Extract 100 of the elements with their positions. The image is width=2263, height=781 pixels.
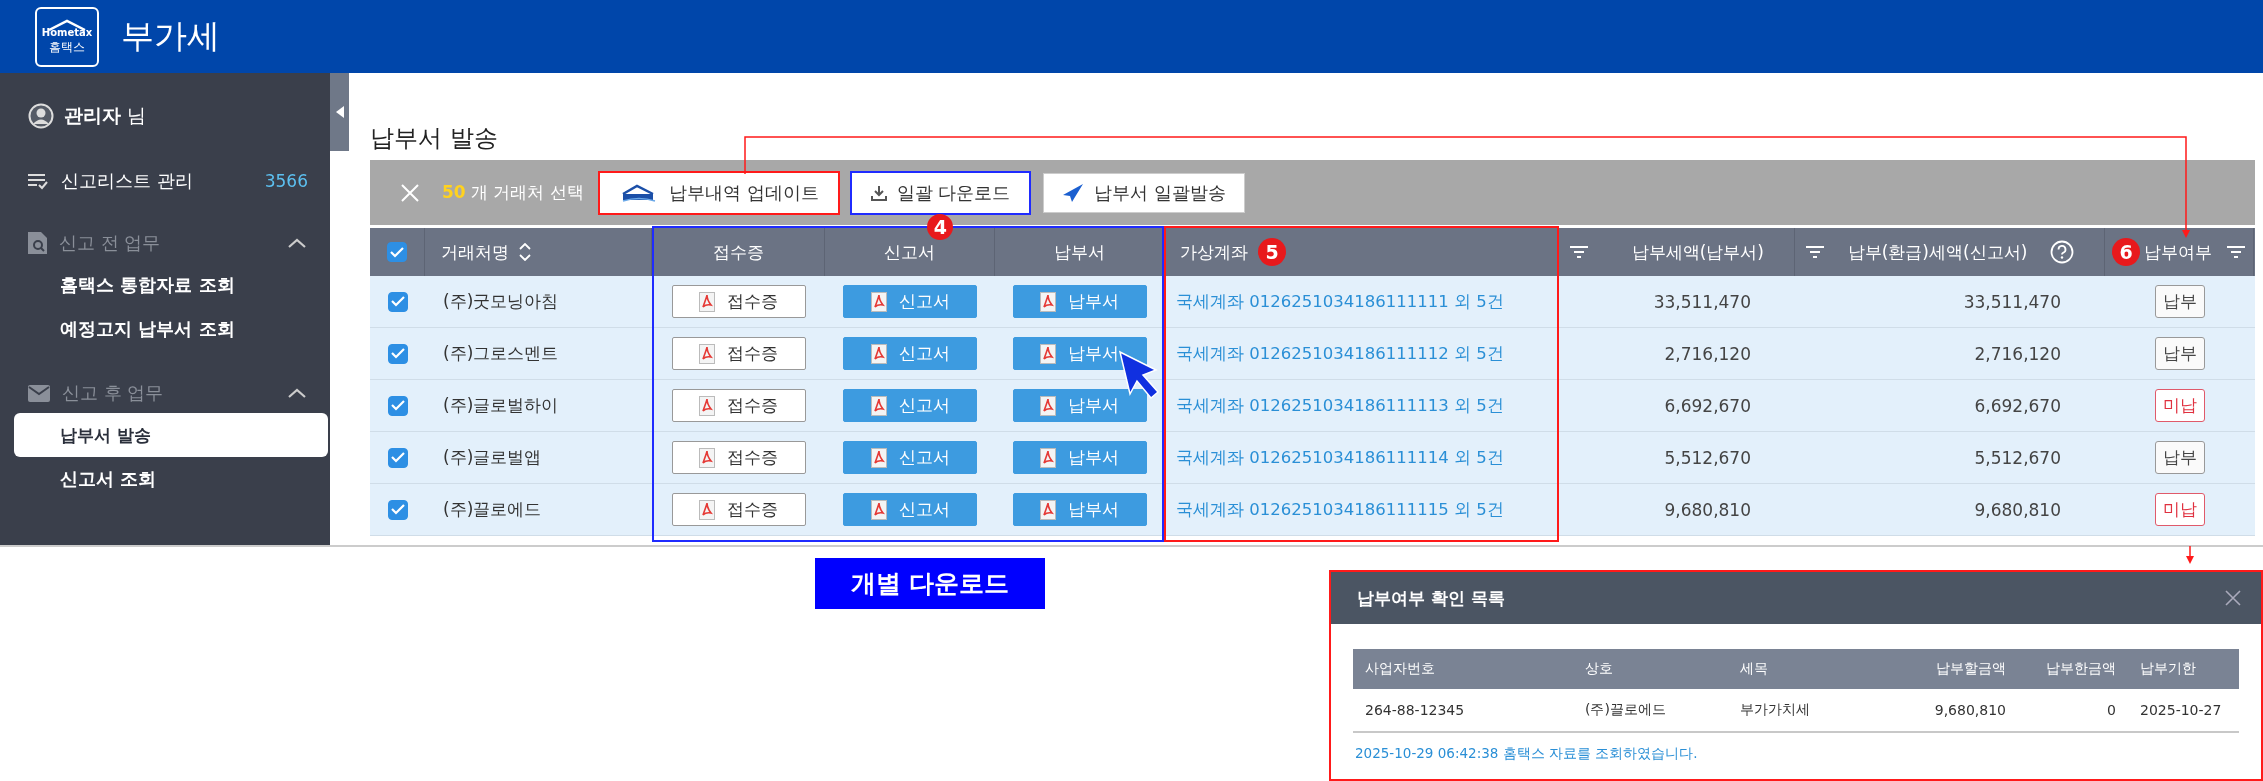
account-link[interactable]: 국세계좌 0126251034186111112 외 5건 [1176,342,1504,365]
column-label: 납부세액(납부서) [1631,240,1764,264]
column-label: 가상계좌 [1180,240,1248,264]
nav-group-header[interactable]: 신고 전 업무 [0,223,330,263]
pdf-button[interactable]: 접수증 [671,441,806,474]
nav-item[interactable]: 신고리스트 관리 3566 [0,161,330,201]
pdf-button[interactable]: 접수증 [671,493,806,526]
row-checkbox[interactable] [387,447,408,468]
nav-item[interactable]: 예정고지 납부서 조회 [14,307,322,351]
column-label: 거래처명 [441,240,509,264]
pdf-button[interactable]: 납부서 [1012,285,1147,318]
table-cell: 5,512,670 [1974,447,2061,468]
paper-plane-icon [1062,182,1085,203]
pdf-button[interactable]: 접수증 [671,337,806,370]
logo-caption: 홈택스 [49,39,85,55]
row-checkbox[interactable] [387,499,408,520]
group-label: 신고 전 업무 [59,231,162,255]
dialog-title: 납부여부 확인 목록 [1357,586,1505,610]
pdf-button[interactable]: 납부서 [1012,441,1147,474]
column-label: 납부여부 [2144,240,2212,264]
pdf-icon [870,499,887,520]
help-icon[interactable] [2050,240,2074,264]
pdf-icon [870,291,887,312]
column-header: 세목 [1739,660,1769,678]
nav-item[interactable]: 신고서 조회 [14,457,322,501]
column-header: 납부한금액 [2045,660,2117,678]
leader-line [2186,545,2194,564]
pdf-button[interactable]: 신고서 [843,337,977,370]
account-link[interactable]: 국세계좌 0126251034186111111 외 5건 [1176,290,1504,313]
table-cell-text: 9,680,810 [1933,702,2007,718]
send-button[interactable]: 납부서 일괄발송 [1043,172,1246,213]
close-icon[interactable] [2225,590,2241,606]
filter-icon[interactable] [1569,245,1589,259]
pdf-button[interactable]: 접수증 [671,389,806,422]
row-checkbox[interactable] [387,343,408,364]
selection-count: 50 개 거래처 선택 [442,181,584,204]
pdf-icon [1040,291,1056,312]
pdf-button[interactable]: 신고서 [843,389,977,422]
status-tag[interactable]: 미납 [2154,389,2205,422]
status-tag[interactable]: 납부 [2154,441,2205,474]
pdf-button[interactable]: 접수증 [671,285,806,318]
pdf-button[interactable]: 납부서 [1012,389,1147,422]
pdf-icon [699,499,715,520]
document-search-icon [28,232,47,254]
table-cell-text: 2025-10-27 [2139,702,2223,718]
pdf-icon [1040,499,1056,520]
checklist-icon [27,172,49,190]
filter-icon[interactable] [2226,245,2246,259]
pdf-icon [699,343,715,364]
pdf-icon [1040,343,1056,364]
row-checkbox[interactable] [387,291,408,312]
page-title: 납부서 발송 [370,123,499,154]
pdf-button[interactable]: 신고서 [843,285,977,318]
hometax-button[interactable]: 납부내역 업데이트 [599,172,838,213]
table-cell-text: (주)끌로에드 [442,498,542,521]
table-cell-text: (주)끌로에드 [1584,701,1667,719]
download-icon [870,184,887,201]
pdf-icon [699,291,715,312]
table-cell: 6,692,670 [1664,395,1751,416]
filter-icon[interactable] [1805,245,1825,259]
status-tag[interactable]: 납부 [2154,337,2205,370]
table-cell-text: (주)그로스멘트 [442,342,559,365]
table-cell: 5,512,670 [1664,447,1751,468]
nav-label: 신고리스트 관리 [61,169,194,193]
table-cell-text: (주)글로벌하이 [442,394,559,417]
count-label: 3566 [264,171,308,191]
pdf-button[interactable]: 납부서 [1012,493,1147,526]
sort-icon[interactable] [519,243,531,261]
table-cell-text: 부가가치세 [1739,701,1811,719]
download-button[interactable]: 일괄 다운로드 [851,172,1030,213]
account-link[interactable]: 국세계좌 0126251034186111115 외 5건 [1176,498,1504,521]
pdf-icon [870,395,887,416]
pdf-icon [1040,395,1056,416]
step-badge: 5 [1258,238,1286,266]
nav-item[interactable]: 홈택스 통합자료 조회 [14,263,322,307]
account-link[interactable]: 국세계좌 0126251034186111114 외 5건 [1176,446,1504,469]
column-label: 납부(환급)세액(신고서) [1847,240,2028,264]
pdf-button[interactable]: 신고서 [843,493,977,526]
collapse-tab[interactable] [330,73,349,151]
select-all-checkbox[interactable] [387,242,407,262]
collapse-arrow-icon [335,106,344,118]
table-cell-text: 264-88-12345 [1364,702,1466,718]
table-cell: 6,692,670 [1974,395,2061,416]
status-tag[interactable]: 납부 [2154,285,2205,318]
row-checkbox[interactable] [387,395,408,416]
table-cell: 2,716,120 [1974,343,2061,364]
table-cell: 9,680,810 [1974,499,2061,520]
status-tag[interactable]: 미납 [2154,493,2205,526]
table-cell: 33,511,470 [1653,291,1751,312]
step-badge: 6 [2112,238,2140,266]
pdf-button[interactable]: 신고서 [843,441,977,474]
table-cell-text: 0 [2106,702,2117,718]
nav-group-header[interactable]: 신고 후 업무 [0,373,330,413]
column-header: 사업자번호 [1364,660,1436,678]
envelope-icon [28,384,50,402]
logo[interactable]: Hometax 홈택스 [35,6,99,67]
column-header: 납부기한 [2139,660,2197,678]
nav-item[interactable]: 납부서 발송 [14,413,328,457]
account-link[interactable]: 국세계좌 0126251034186111113 외 5건 [1176,394,1504,417]
table-cell: 9,680,810 [1664,499,1751,520]
